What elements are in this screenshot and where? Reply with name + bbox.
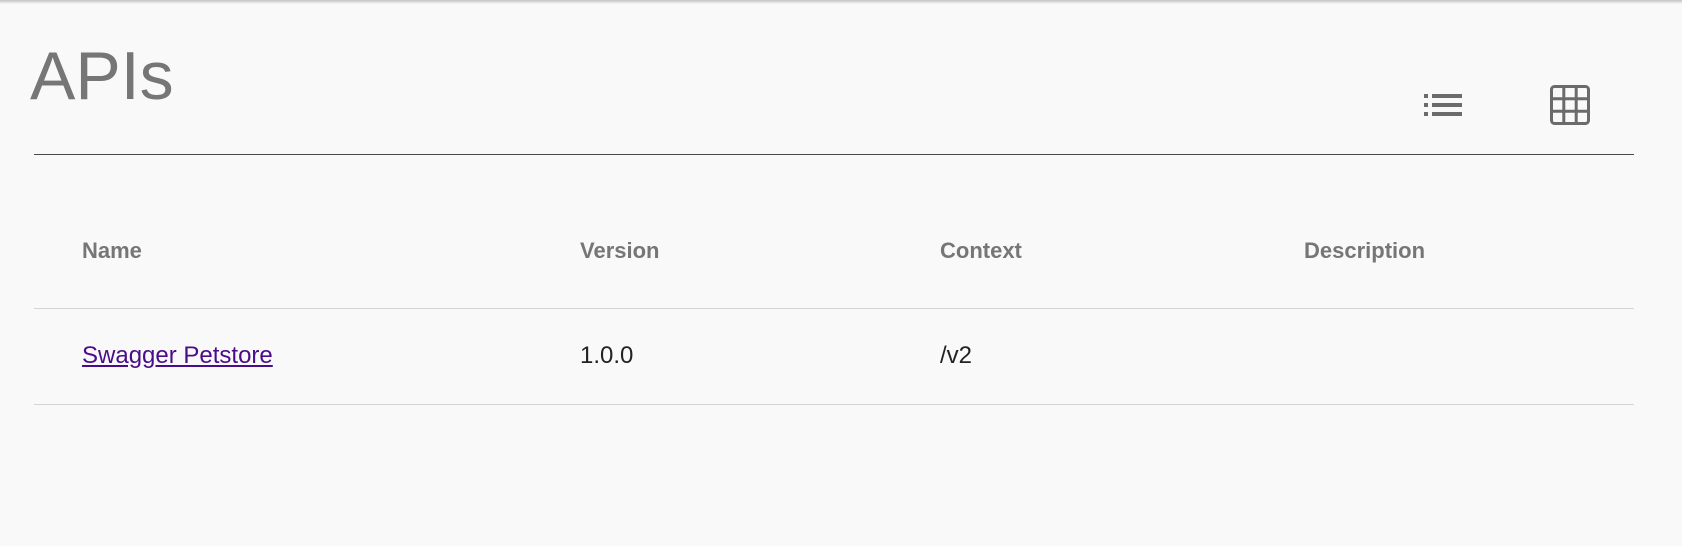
api-context-cell: /v2 [940, 308, 1304, 405]
column-header-context[interactable]: Context [940, 210, 1304, 309]
column-header-name[interactable]: Name [34, 210, 580, 309]
api-table: Name Version Context Description Swagger… [34, 210, 1634, 405]
table-row: Swagger Petstore 1.0.0 /v2 [34, 308, 1634, 405]
column-header-version[interactable]: Version [580, 210, 940, 309]
table-header-row: Name Version Context Description [34, 210, 1634, 309]
api-description-cell [1304, 308, 1634, 405]
api-name-link[interactable]: Swagger Petstore [82, 342, 273, 369]
api-version-cell: 1.0.0 [580, 308, 940, 405]
top-shadow [0, 0, 1682, 4]
api-name-cell: Swagger Petstore [34, 308, 580, 405]
list-view-button[interactable] [1420, 84, 1466, 126]
grid-view-icon [1550, 85, 1590, 125]
header-divider [34, 154, 1634, 155]
column-header-description[interactable]: Description [1304, 210, 1634, 309]
grid-view-button[interactable] [1548, 84, 1592, 126]
list-view-icon [1424, 94, 1462, 116]
page-title: APIs [30, 38, 174, 114]
